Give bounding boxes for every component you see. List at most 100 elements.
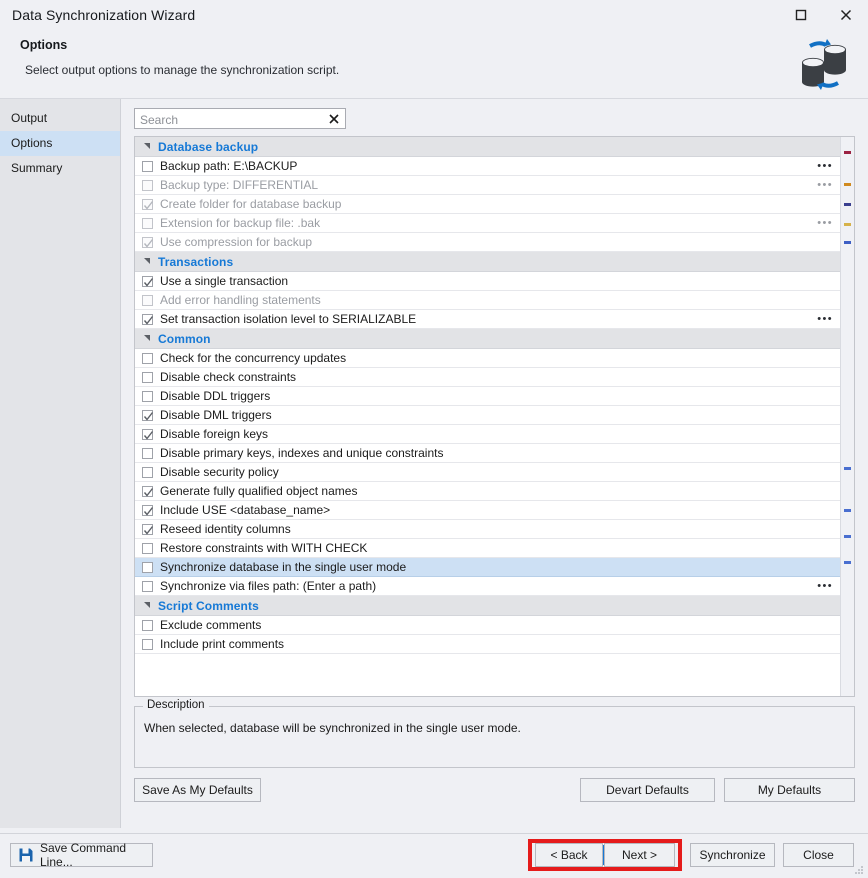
option-label: Restore constraints with WITH CHECK — [160, 541, 367, 555]
option-checkbox[interactable] — [142, 620, 153, 631]
option-row[interactable]: Add error handling statements — [135, 291, 840, 310]
database-sync-icon — [793, 34, 851, 90]
triangle-expanded-icon[interactable] — [142, 256, 153, 267]
ellipsis-button[interactable]: ••• — [817, 179, 833, 191]
options-list[interactable]: Database backup Backup path: E:\BACKUP •••… — [135, 137, 840, 696]
devart-defaults-button[interactable]: Devart Defaults — [580, 778, 715, 802]
options-content: Database backup Backup path: E:\BACKUP •••… — [121, 99, 868, 828]
option-label: Backup type: DIFFERENTIAL — [160, 178, 318, 192]
option-row[interactable]: Disable DML triggers — [135, 406, 840, 425]
close-button[interactable]: Close — [783, 843, 854, 867]
resize-grip[interactable] — [854, 864, 864, 874]
clear-x-icon[interactable] — [327, 111, 341, 126]
option-checkbox[interactable] — [142, 295, 153, 306]
option-label: Disable check constraints — [160, 370, 296, 384]
ellipsis-button[interactable]: ••• — [817, 313, 833, 325]
option-checkbox[interactable] — [142, 237, 153, 248]
option-row[interactable]: Restore constraints with WITH CHECK — [135, 539, 840, 558]
option-group-header[interactable]: Database backup — [135, 137, 840, 157]
option-row[interactable]: Backup type: DIFFERENTIAL ••• — [135, 176, 840, 195]
option-checkbox[interactable] — [142, 218, 153, 229]
option-label: Synchronize database in the single user … — [160, 560, 406, 574]
sidebar-item-summary[interactable]: Summary — [0, 156, 120, 181]
option-checkbox[interactable] — [142, 524, 153, 535]
option-label: Generate fully qualified object names — [160, 484, 357, 498]
option-checkbox[interactable] — [142, 314, 153, 325]
option-row[interactable]: Disable check constraints — [135, 368, 840, 387]
option-label: Set transaction isolation level to SERIA… — [160, 312, 416, 326]
option-row[interactable]: Generate fully qualified object names — [135, 482, 840, 501]
page-header: Options Select output options to manage … — [0, 30, 868, 99]
option-row[interactable]: Include print comments — [135, 635, 840, 654]
option-checkbox[interactable] — [142, 505, 153, 516]
option-checkbox[interactable] — [142, 161, 153, 172]
option-label: Check for the concurrency updates — [160, 351, 346, 365]
option-group-label: Transactions — [158, 255, 233, 269]
maximize-icon[interactable] — [778, 0, 823, 30]
data-synchronization-wizard-window: Data Synchronization Wizard Options Sele… — [0, 0, 868, 876]
option-label: Backup path: E:\BACKUP — [160, 159, 297, 173]
body-area: Output Options Summary Database backupBa… — [0, 99, 868, 828]
option-row[interactable]: Extension for backup file: .bak••• — [135, 214, 840, 233]
option-row[interactable]: Backup path: E:\BACKUP ••• — [135, 157, 840, 176]
option-row[interactable]: Create folder for database backup — [135, 195, 840, 214]
option-checkbox[interactable] — [142, 543, 153, 554]
save-as-my-defaults-button[interactable]: Save As My Defaults — [134, 778, 261, 802]
triangle-expanded-icon[interactable] — [142, 600, 153, 611]
option-checkbox[interactable] — [142, 391, 153, 402]
triangle-expanded-icon[interactable] — [142, 141, 153, 152]
option-label: Disable security policy — [160, 465, 279, 479]
option-row[interactable]: Include USE <database_name> — [135, 501, 840, 520]
option-checkbox[interactable] — [142, 353, 153, 364]
ellipsis-button[interactable]: ••• — [817, 160, 833, 172]
option-label: Reseed identity columns — [160, 522, 291, 536]
option-checkbox[interactable] — [142, 467, 153, 478]
options-scrollbar[interactable] — [840, 137, 854, 696]
option-checkbox[interactable] — [142, 562, 153, 573]
option-row[interactable]: Disable DDL triggers — [135, 387, 840, 406]
option-checkbox[interactable] — [142, 581, 153, 592]
sidebar-item-output[interactable]: Output — [0, 106, 120, 131]
option-row[interactable]: Synchronize database in the single user … — [135, 558, 840, 577]
option-group-label: Common — [158, 332, 211, 346]
my-defaults-button[interactable]: My Defaults — [724, 778, 855, 802]
option-row[interactable]: Reseed identity columns — [135, 520, 840, 539]
option-checkbox[interactable] — [142, 372, 153, 383]
option-checkbox[interactable] — [142, 429, 153, 440]
page-subtitle: Select output options to manage the sync… — [25, 63, 339, 77]
option-row[interactable]: Check for the concurrency updates — [135, 349, 840, 368]
option-row[interactable]: Disable security policy — [135, 463, 840, 482]
option-row[interactable]: Synchronize via files path: (Enter a pat… — [135, 577, 840, 596]
ellipsis-button[interactable]: ••• — [817, 217, 833, 229]
option-checkbox[interactable] — [142, 486, 153, 497]
sidebar-item-options[interactable]: Options — [0, 131, 120, 156]
option-group-header[interactable]: Common — [135, 329, 840, 349]
option-group-header[interactable]: Transactions — [135, 252, 840, 272]
option-checkbox[interactable] — [142, 199, 153, 210]
option-row[interactable]: Use compression for backup — [135, 233, 840, 252]
option-label: Disable foreign keys — [160, 427, 268, 441]
option-label: Disable DML triggers — [160, 408, 272, 422]
option-row[interactable]: Disable foreign keys — [135, 425, 840, 444]
option-row[interactable]: Use a single transaction — [135, 272, 840, 291]
option-checkbox[interactable] — [142, 276, 153, 287]
synchronize-button[interactable]: Synchronize — [690, 843, 775, 867]
search-box[interactable] — [134, 108, 346, 129]
close-icon[interactable] — [823, 0, 868, 30]
search-input[interactable] — [135, 109, 324, 130]
option-row[interactable]: Disable primary keys, indexes and unique… — [135, 444, 840, 463]
description-panel: Description When selected, database will… — [134, 706, 855, 768]
option-checkbox[interactable] — [142, 448, 153, 459]
option-group-header[interactable]: Script Comments — [135, 596, 840, 616]
save-command-line-button[interactable]: Save Command Line... — [10, 843, 153, 867]
ellipsis-button[interactable]: ••• — [817, 580, 833, 592]
option-label: Disable DDL triggers — [160, 389, 270, 403]
option-label: Include USE <database_name> — [160, 503, 330, 517]
triangle-expanded-icon[interactable] — [142, 333, 153, 344]
option-label: Include print comments — [160, 637, 284, 651]
option-row[interactable]: Exclude comments — [135, 616, 840, 635]
option-checkbox[interactable] — [142, 410, 153, 421]
option-checkbox[interactable] — [142, 180, 153, 191]
option-checkbox[interactable] — [142, 639, 153, 650]
option-row[interactable]: Set transaction isolation level to SERIA… — [135, 310, 840, 329]
